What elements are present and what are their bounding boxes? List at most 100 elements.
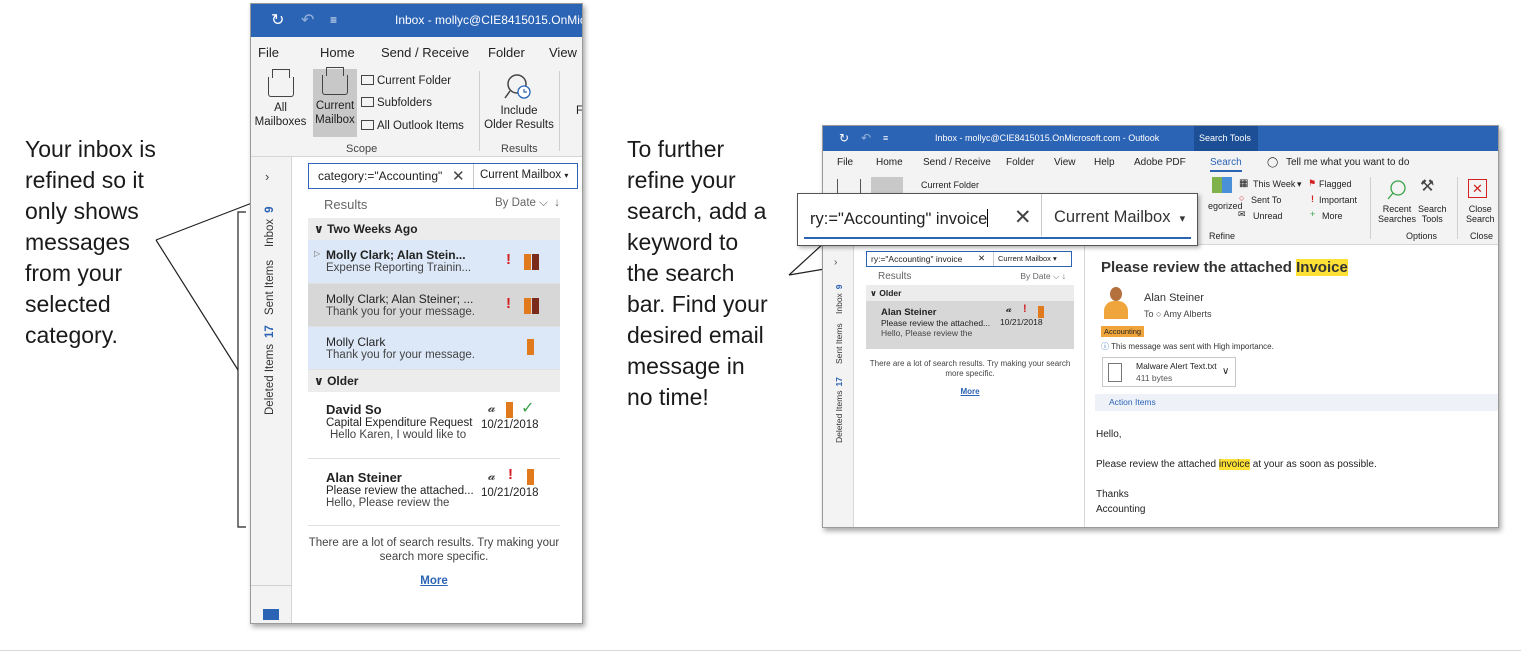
current-folder-label[interactable]: Current Folder: [921, 180, 979, 190]
sort-label: By Date: [1020, 271, 1051, 281]
subfolders-button[interactable]: Subfolders: [361, 97, 432, 109]
window-title: Inbox - mollyc@CIE8415015.OnMicrosoft.co…: [935, 133, 1160, 143]
body-sign-2: Accounting: [1096, 504, 1146, 515]
body-line: Please review the attached invoice at yo…: [1096, 457, 1377, 472]
tab-view[interactable]: View: [1054, 157, 1076, 168]
more-button[interactable]: More: [1322, 211, 1343, 221]
flagged-button[interactable]: Flagged: [1319, 179, 1352, 189]
group-header[interactable]: ∨ Older: [308, 370, 560, 392]
completed-check-icon[interactable]: ✓: [521, 398, 534, 418]
tab-send-receive[interactable]: Send / Receive: [923, 157, 991, 168]
chevron-down-icon[interactable]: ∨: [1222, 366, 1229, 377]
zoomed-search-input[interactable]: ry:="Accounting" invoice ✕ Current Mailb…: [797, 193, 1198, 246]
tab-home[interactable]: Home: [320, 45, 355, 60]
expand-folder-pane-icon[interactable]: ›: [834, 257, 837, 268]
rail-inbox[interactable]: Inbox 9: [264, 206, 276, 247]
category-badge[interactable]: Accounting: [1101, 326, 1145, 337]
group-label: Older: [327, 374, 359, 388]
rail-deleted-items[interactable]: Deleted Items 17: [264, 325, 276, 415]
group-header[interactable]: ∨ Two Weeks Ago: [308, 218, 560, 240]
tab-file[interactable]: File: [837, 157, 853, 168]
sync-icon[interactable]: ↻: [839, 131, 849, 145]
recipient-name[interactable]: Amy Alberts: [1163, 309, 1211, 319]
sent-to-button[interactable]: Sent To: [1251, 195, 1281, 205]
close-search-button[interactable]: Close Search: [1466, 204, 1495, 224]
include-older-results-label: Include Older Results: [484, 105, 554, 131]
undo-icon[interactable]: ↶: [301, 10, 314, 30]
ribbon-cut-button[interactable]: F: [576, 105, 582, 117]
important-button[interactable]: Important: [1319, 195, 1357, 205]
tab-file[interactable]: File: [258, 45, 279, 60]
sync-icon[interactable]: ↻: [271, 10, 284, 30]
rail-inbox[interactable]: Inbox 9: [834, 284, 844, 314]
mail-icon[interactable]: [263, 609, 279, 620]
subject-highlight: Invoice: [1296, 259, 1348, 276]
results-header: Results By Date ⌵ ↓: [866, 267, 1074, 285]
all-mailboxes-button[interactable]: All Mailboxes: [253, 69, 308, 137]
list-item[interactable]: Alan Steiner Please review the attached.…: [308, 459, 560, 526]
sort-dropdown[interactable]: By Date ⌵ ↓: [1020, 271, 1066, 282]
expand-thread-icon[interactable]: ▷: [314, 249, 320, 258]
tab-view[interactable]: View: [549, 45, 577, 60]
clear-search-icon[interactable]: ✕: [978, 253, 985, 264]
unread-button[interactable]: Unread: [1253, 211, 1283, 221]
action-items-label: Action Items: [1109, 397, 1156, 407]
list-item[interactable]: David So Capital Expenditure Request Hel…: [308, 392, 560, 459]
search-scope-dropdown[interactable]: Current Mailbox ▾: [1041, 194, 1197, 236]
tab-folder[interactable]: Folder: [488, 45, 525, 60]
tab-home[interactable]: Home: [876, 157, 903, 168]
rail-deleted-items[interactable]: Deleted Items 17: [834, 377, 844, 443]
subject-text: Please review the attached: [1101, 259, 1292, 276]
more-results-link[interactable]: More: [308, 574, 560, 588]
undo-icon[interactable]: ↶: [861, 131, 871, 145]
body-sign-1: Thanks: [1096, 489, 1129, 500]
item-subject: Please review the attached...: [881, 318, 991, 328]
tab-adobe-pdf[interactable]: Adobe PDF: [1134, 157, 1186, 168]
category-orange-icon: [524, 298, 531, 314]
action-items-bar[interactable]: Action Items: [1095, 394, 1498, 411]
attachment-tile[interactable]: Malware Alert Text.txt 411 bytes ∨: [1102, 357, 1236, 387]
list-item[interactable]: Molly Clark Thank you for your message.: [308, 327, 560, 370]
search-scope-dropdown[interactable]: Current Mailbox ▾: [473, 164, 574, 188]
title-bar: ↻ ↶ ≡ Inbox - mollyc@CIE8415015.OnMicros…: [823, 126, 1498, 151]
important-icon: !: [1311, 194, 1314, 204]
tell-me-input[interactable]: Tell me what you want to do: [1286, 157, 1409, 168]
results-label: Results: [878, 271, 912, 282]
include-older-results-button[interactable]: Include Older Results: [484, 71, 554, 137]
expand-folder-pane-icon[interactable]: ›: [265, 169, 269, 184]
more-results-link[interactable]: More: [866, 387, 1074, 397]
search-input[interactable]: category:="Accounting" ✕ Current Mailbox…: [308, 163, 578, 189]
tab-folder[interactable]: Folder: [1006, 157, 1034, 168]
list-item[interactable]: Molly Clark; Alan Steiner; ... Thank you…: [308, 284, 560, 327]
this-week-button[interactable]: This Week: [1253, 179, 1295, 189]
search-input[interactable]: ry:="Accounting" invoice ✕ Current Mailb…: [866, 251, 1072, 267]
quick-access-dropdown-icon[interactable]: ≡: [883, 133, 888, 143]
rail-sent-label: Sent Items: [834, 323, 844, 364]
clear-search-icon[interactable]: ✕: [452, 167, 465, 185]
chevron-down-icon: ▾: [1297, 179, 1302, 189]
search-scope-dropdown[interactable]: Current Mailbox ▾: [993, 252, 1061, 266]
rail-sent-items[interactable]: Sent Items: [834, 323, 844, 364]
current-folder-button[interactable]: Current Folder: [361, 75, 451, 87]
attachment-name: Malware Alert Text.txt: [1136, 361, 1217, 371]
search-tools-button[interactable]: Search Tools: [1418, 204, 1447, 224]
sender-name[interactable]: Alan Steiner: [1144, 292, 1204, 304]
group-label: Older: [879, 288, 902, 298]
folder-rail: › Inbox 9 Sent Items Deleted Items 17: [823, 245, 854, 527]
all-outlook-items-button[interactable]: All Outlook Items: [361, 120, 464, 132]
current-mailbox-button[interactable]: Current Mailbox: [313, 67, 357, 137]
recent-searches-button[interactable]: Recent Searches: [1378, 204, 1416, 224]
clear-search-icon[interactable]: ✕: [1014, 205, 1032, 230]
item-from: Alan Steiner: [881, 307, 937, 318]
sort-dropdown[interactable]: By Date ⌵ ↓: [495, 197, 560, 210]
tab-help[interactable]: Help: [1094, 157, 1115, 168]
quick-access-dropdown-icon[interactable]: ≡: [330, 13, 337, 27]
list-item[interactable]: ▷ Molly Clark; Alan Stein... Expense Rep…: [308, 240, 560, 284]
item-date: 10/21/2018: [481, 419, 539, 431]
list-item[interactable]: Alan Steiner Please review the attached.…: [866, 301, 1074, 349]
title-bar: ↻ ↶ ≡ Inbox - mollyc@CIE8415015.OnMicros: [251, 4, 582, 37]
rail-sent-items[interactable]: Sent Items: [264, 260, 276, 315]
group-header[interactable]: ∨ Older: [866, 285, 1074, 301]
tab-send-receive[interactable]: Send / Receive: [381, 45, 469, 60]
tab-search[interactable]: Search: [1210, 157, 1242, 172]
